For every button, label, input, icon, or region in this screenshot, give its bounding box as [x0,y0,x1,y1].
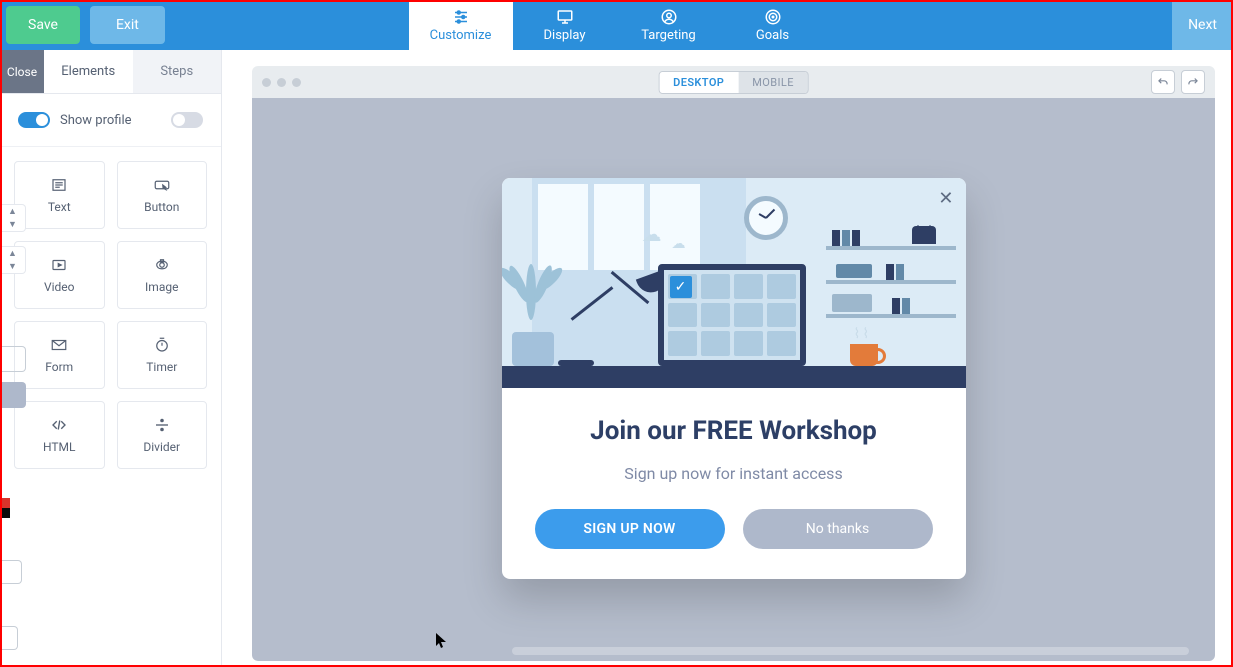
redo-button[interactable] [1181,70,1205,94]
next-button[interactable]: Next [1172,0,1233,50]
preview-canvas[interactable]: ✕ ☁ ☁ [252,98,1215,661]
close-icon[interactable]: ✕ [938,188,953,209]
html-icon [47,416,71,434]
nav-label: Customize [430,28,492,43]
show-profile-toggle[interactable] [171,112,203,128]
partial-field[interactable] [0,346,26,372]
nav-customize[interactable]: Customize [409,0,513,50]
stepper-control[interactable]: ▲▼ [0,246,26,274]
partial-button[interactable] [0,626,18,650]
nav-targeting[interactable]: Targeting [617,0,721,50]
device-mobile[interactable]: MOBILE [738,72,808,93]
device-toggle: DESKTOP MOBILE [658,71,809,94]
nav-label: Goals [756,28,789,43]
popup-primary-button[interactable]: SIGN UP NOW [535,509,725,549]
stepper-control[interactable]: ▲▼ [0,204,26,232]
profile-toggle-left[interactable] [18,112,50,128]
element-video[interactable]: Video [14,241,105,309]
show-profile-label: Show profile [50,113,171,128]
device-desktop[interactable]: DESKTOP [659,72,738,93]
nav-display[interactable]: Display [513,0,617,50]
image-icon [150,256,174,274]
browser-chrome: DESKTOP MOBILE [252,66,1215,98]
element-label: Divider [143,440,180,454]
element-label: HTML [43,440,76,454]
element-text[interactable]: Text [14,161,105,229]
popup-hero-illustration: ☁ ☁ [502,178,966,388]
target-user-icon [660,8,678,26]
monitor-icon [556,8,574,26]
clock-icon [744,196,788,240]
window-dots [262,78,301,87]
nav-label: Display [544,28,586,43]
element-label: Image [145,280,178,294]
form-icon [47,336,71,354]
sidebar-close-tab[interactable]: Close [0,50,44,93]
timer-icon [150,336,174,354]
element-button[interactable]: Button [117,161,208,229]
element-form[interactable]: Form [14,321,105,389]
popup-preview[interactable]: ✕ ☁ ☁ [502,178,966,579]
preview-area: DESKTOP MOBILE ✕ [222,50,1233,667]
sidebar: Close Elements Steps Show profile ▲▼ ▲▼ … [0,50,222,667]
exit-button[interactable]: Exit [90,6,165,44]
divider-icon [150,416,174,434]
elements-grid: Text Button Video Image Form Timer [0,147,221,483]
top-bar: Save Exit Customize Display Targeting G [0,0,1233,50]
popup-subtitle[interactable]: Sign up now for instant access [526,464,942,483]
element-divider[interactable]: Divider [117,401,208,469]
text-icon [47,176,71,194]
horizontal-scrollbar[interactable] [512,647,1189,655]
partial-button[interactable] [0,560,22,584]
popup-title[interactable]: Join our FREE Workshop [526,416,942,446]
sidebar-tab-elements[interactable]: Elements [44,50,133,93]
color-swatch-small[interactable] [0,498,10,518]
nav-goals[interactable]: Goals [721,0,825,50]
video-icon [47,256,71,274]
bullseye-icon [764,8,782,26]
top-nav: Customize Display Targeting Goals [409,0,825,50]
cursor-icon [436,633,448,649]
sliders-icon [452,8,470,26]
color-swatch[interactable] [0,382,26,408]
popup-secondary-button[interactable]: No thanks [743,509,933,549]
button-icon [150,176,174,194]
element-label: Timer [146,360,177,374]
element-label: Text [48,200,71,214]
element-label: Form [45,360,73,374]
element-html[interactable]: HTML [14,401,105,469]
undo-button[interactable] [1151,70,1175,94]
element-image[interactable]: Image [117,241,208,309]
nav-label: Targeting [641,28,695,43]
cat-icon [912,226,936,244]
element-label: Video [44,280,75,294]
sidebar-tab-steps[interactable]: Steps [133,50,222,93]
element-timer[interactable]: Timer [117,321,208,389]
element-label: Button [144,200,179,214]
check-icon: ✓ [670,276,692,298]
save-button[interactable]: Save [6,6,80,44]
